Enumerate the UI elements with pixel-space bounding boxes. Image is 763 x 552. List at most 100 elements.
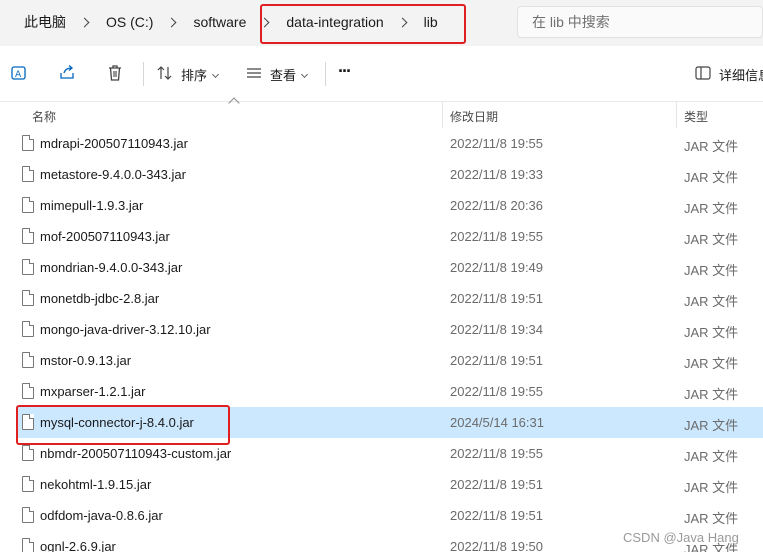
column-divider[interactable] [676,102,677,128]
file-row[interactable]: mimepull-1.9.3.jar 2022/11/8 20:36 JAR 文件 [16,190,763,221]
file-modified: 2022/11/8 19:51 [450,291,544,306]
file-row[interactable]: nekohtml-1.9.15.jar 2022/11/8 19:51 JAR 文件 [16,469,763,500]
file-row[interactable]: nbmdr-200507110943-custom.jar 2022/11/8 1… [16,438,763,469]
file-type: JAR 文件 [684,294,739,309]
file-icon [22,197,34,213]
file-name: mdrapi-200507110943.jar [40,136,188,151]
file-row-selected[interactable]: mysql-connector-j-8.4.0.jar 2024/5/14 16:… [16,407,763,438]
file-icon [22,166,34,182]
file-modified: 2022/11/8 19:49 [450,260,544,275]
breadcrumb-lib[interactable]: lib [418,10,444,34]
file-row[interactable]: mongo-java-driver-3.12.10.jar 2022/11/8 1… [16,314,763,345]
chevron-right-icon[interactable] [398,16,410,28]
file-type: JAR 文件 [684,139,739,154]
file-modified: 2022/11/8 19:55 [450,136,544,151]
breadcrumb-this-pc[interactable]: 此电脑 [18,8,72,36]
column-type[interactable]: 类型 [684,108,708,125]
sort-icon[interactable] [154,62,176,84]
file-type: JAR 文件 [684,418,739,433]
details-pane-icon[interactable] [692,62,714,84]
file-modified: 2022/11/8 19:55 [450,384,544,399]
file-icon [22,383,34,399]
file-name: mongo-java-driver-3.12.10.jar [40,322,211,337]
file-name: odfdom-java-0.8.6.jar [40,508,163,523]
file-row[interactable]: metastore-9.4.0.0-343.jar 2022/11/8 19:33… [16,159,763,190]
file-row[interactable]: mdrapi-200507110943.jar 2022/11/8 19:55 JA… [16,128,763,159]
file-row[interactable]: mxparser-1.2.1.jar 2022/11/8 19:55 JAR 文件 [16,376,763,407]
file-icon [22,290,34,306]
file-name: metastore-9.4.0.0-343.jar [40,167,186,182]
toolbar-divider [325,62,326,86]
file-type: JAR 文件 [684,480,739,495]
file-type: JAR 文件 [684,325,739,340]
file-type: JAR 文件 [684,387,739,402]
file-name: mimepull-1.9.3.jar [40,198,144,213]
svg-text:A: A [15,70,22,80]
file-name: mondrian-9.4.0.0-343.jar [40,260,183,275]
file-row[interactable]: mof-200507110943.jar 2022/11/8 19:55 JAR 文… [16,221,763,252]
file-modified: 2022/11/8 19:55 [450,229,544,244]
view-button[interactable]: 查看 [270,65,309,84]
file-modified: 2022/11/8 19:55 [450,446,544,461]
file-icon [22,259,34,275]
file-modified: 2022/11/8 20:36 [450,198,544,213]
file-type: JAR 文件 [684,170,739,185]
chevron-right-icon[interactable] [167,16,179,28]
file-icon [22,538,34,552]
breadcrumb: 此电脑 OS (C:) software data-integration li… [0,0,444,44]
file-type: JAR 文件 [684,232,739,247]
address-bar: 此电脑 OS (C:) software data-integration li… [0,0,763,46]
file-name: nbmdr-200507110943-custom.jar [40,446,232,461]
watermark: CSDN @Java Hang [623,530,739,545]
file-icon [22,352,34,368]
column-header: 名称 修改日期 类型 [0,97,763,128]
file-name: mxparser-1.2.1.jar [40,384,146,399]
column-divider[interactable] [442,102,443,128]
chevron-down-icon [300,70,309,79]
toolbar-divider [143,62,144,86]
file-name: nekohtml-1.9.15.jar [40,477,152,492]
file-row[interactable]: odfdom-java-0.8.6.jar 2022/11/8 19:51 JAR … [16,500,763,531]
file-modified: 2022/11/8 19:51 [450,508,544,523]
chevron-right-icon[interactable] [80,16,92,28]
file-row[interactable]: mondrian-9.4.0.0-343.jar 2022/11/8 19:49 J… [16,252,763,283]
file-icon [22,414,34,430]
column-name[interactable]: 名称 [32,108,56,125]
file-type: JAR 文件 [684,449,739,464]
command-bar: A 排序 查看 ··· 详细信息 [0,52,763,94]
file-name: monetdb-jdbc-2.8.jar [40,291,160,306]
breadcrumb-data-integration[interactable]: data-integration [280,10,389,34]
details-button[interactable]: 详细信息 [719,65,763,84]
search-input[interactable]: 在 lib 中搜索 [517,6,763,38]
file-name: mysql-connector-j-8.4.0.jar [40,415,194,430]
breadcrumb-drive-c[interactable]: OS (C:) [100,10,159,34]
view-icon[interactable] [243,62,265,84]
file-modified: 2022/11/8 19:33 [450,167,544,182]
file-modified: 2022/11/8 19:51 [450,353,544,368]
share-icon[interactable] [56,62,78,84]
breadcrumb-software[interactable]: software [187,10,252,34]
more-options-button[interactable]: ··· [338,61,352,82]
rename-icon[interactable]: A [8,62,30,84]
chevron-right-icon[interactable] [260,16,272,28]
file-modified: 2024/5/14 16:31 [450,415,544,430]
file-type: JAR 文件 [684,356,739,371]
file-row[interactable]: mstor-0.9.13.jar 2022/11/8 19:51 JAR 文件 [16,345,763,376]
file-type: JAR 文件 [684,263,739,278]
file-icon [22,321,34,337]
file-name: ognl-2.6.9.jar [40,539,116,552]
file-modified: 2022/11/8 19:51 [450,477,544,492]
file-type: JAR 文件 [684,511,739,526]
sort-button[interactable]: 排序 [181,65,220,84]
file-icon [22,445,34,461]
file-icon [22,476,34,492]
delete-icon[interactable] [104,62,126,84]
file-icon [22,507,34,523]
file-icon [22,135,34,151]
file-type: JAR 文件 [684,201,739,216]
chevron-down-icon [211,70,220,79]
column-modified[interactable]: 修改日期 [450,108,498,125]
file-row[interactable]: monetdb-jdbc-2.8.jar 2022/11/8 19:51 JAR 文… [16,283,763,314]
file-icon [22,228,34,244]
file-modified: 2022/11/8 19:34 [450,322,544,337]
